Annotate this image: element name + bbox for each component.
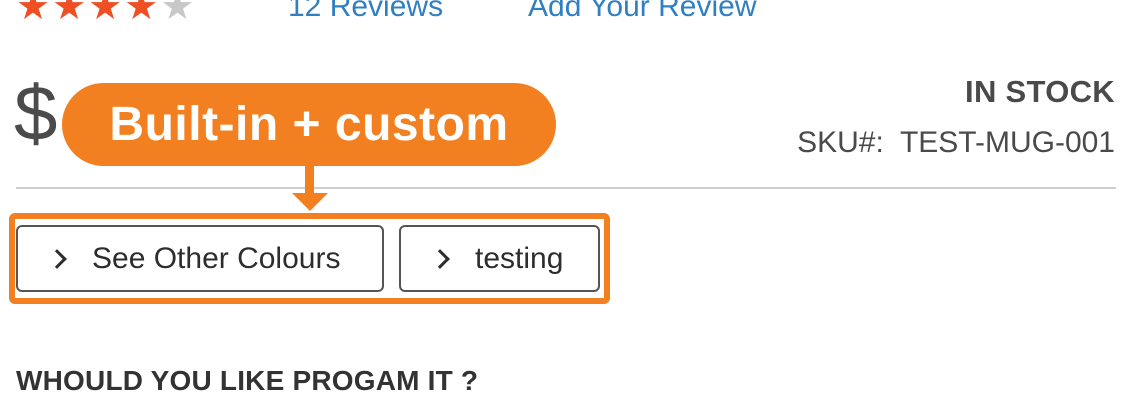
- annotation-callout: Built-in + custom: [62, 83, 556, 166]
- star-filled-icon: ★: [88, 0, 123, 28]
- star-empty-icon: ★: [160, 0, 195, 28]
- chevron-right-icon: [430, 248, 450, 269]
- tab-see-other-colours[interactable]: See Other Colours: [16, 225, 384, 292]
- stock-status: IN STOCK: [965, 74, 1115, 109]
- rating-stars: ★ ★ ★ ★ ★: [16, 0, 194, 26]
- product-price: $: [14, 69, 60, 157]
- arrow-down-icon: [292, 193, 328, 211]
- star-filled-icon: ★: [16, 0, 51, 28]
- reviews-link[interactable]: 12 Reviews: [288, 0, 443, 26]
- star-filled-icon: ★: [124, 0, 159, 28]
- tab-testing[interactable]: testing: [399, 225, 600, 292]
- star-filled-icon: ★: [52, 0, 87, 28]
- callout-arrow-line: [305, 160, 314, 196]
- tab-label: testing: [475, 241, 564, 275]
- divider: [16, 187, 1116, 189]
- tab-label: See Other Colours: [92, 241, 341, 275]
- chevron-right-icon: [47, 248, 67, 269]
- add-review-link[interactable]: Add Your Review: [528, 0, 757, 26]
- product-sku: SKU#: TEST-MUG-001: [797, 126, 1115, 159]
